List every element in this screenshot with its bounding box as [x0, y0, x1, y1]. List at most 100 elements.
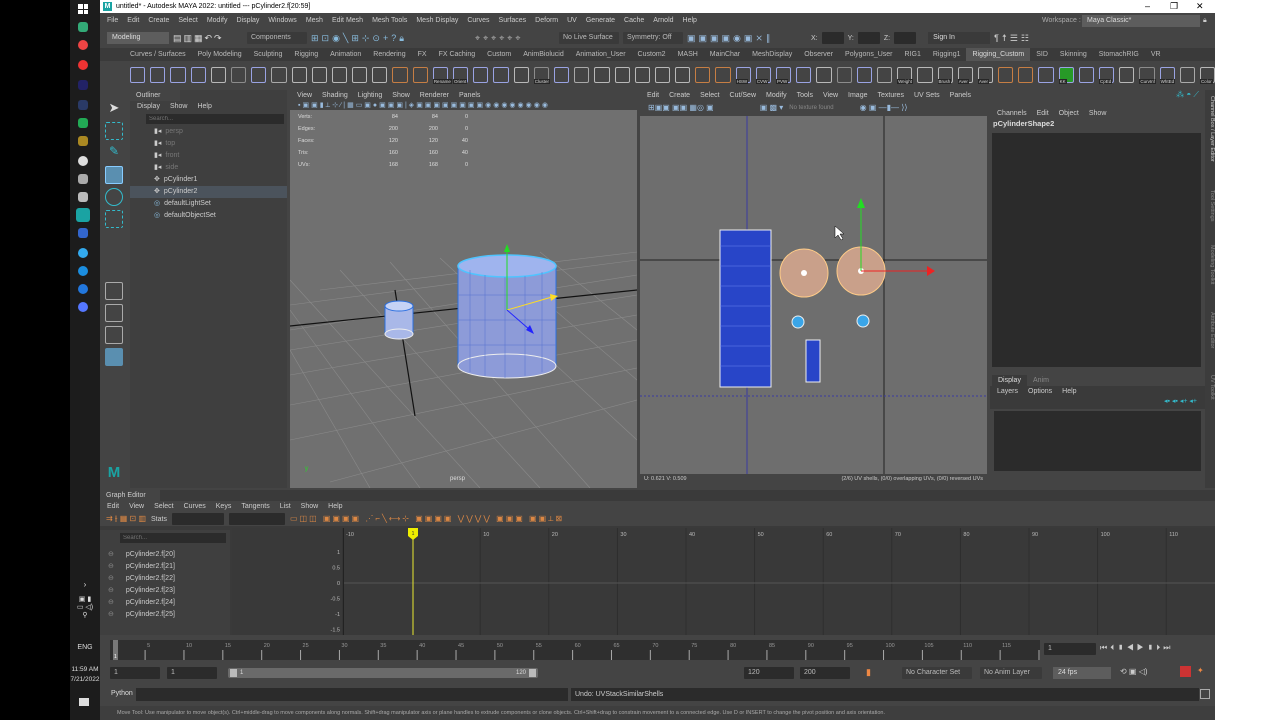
snap-icons[interactable]: ⌖⌖⌖⌖⌖⌖	[475, 33, 555, 44]
collapse-icon[interactable]: ⊖	[108, 561, 114, 573]
shelf-button-icon[interactable]	[1119, 66, 1135, 83]
shelf-button-icon[interactable]	[1038, 66, 1054, 83]
paint-select-tool-icon[interactable]: ✎	[105, 144, 123, 162]
collapse-icon[interactable]: ⊖	[108, 585, 114, 597]
stats-field-1[interactable]	[171, 513, 224, 525]
shelf-button-icon[interactable]: WhtEd	[1159, 66, 1176, 84]
shelf-button-icon[interactable]	[251, 66, 267, 83]
graph-curve-item[interactable]: ⊖ pCylinder2.f[22]	[100, 573, 230, 585]
graph-menu-item[interactable]: Select	[154, 501, 173, 512]
viewport-menu-shading[interactable]: Shading	[322, 90, 348, 101]
channels-menu[interactable]: Channels	[997, 108, 1027, 119]
options-menu[interactable]: Options	[1028, 386, 1052, 397]
outliner-menu-show[interactable]: Show	[170, 101, 188, 112]
shelf-button-icon[interactable]: KK	[1058, 66, 1074, 84]
app-icon[interactable]	[78, 228, 88, 238]
shelf-button-icon[interactable]: Weight	[897, 66, 914, 84]
notification-icon[interactable]	[79, 698, 89, 706]
shelf-button-icon[interactable]	[190, 66, 206, 83]
shelf-tab[interactable]: FX Caching	[433, 48, 482, 61]
shelf-tab[interactable]: Poly Modeling	[192, 48, 248, 61]
viewport-toolbar-icons[interactable]: ▪▣▣▮⟂⊹∕|▦▭▣●▣▣▣|◈▣▣▣▣▣▣▣▣◉◉◉◉◉◉◉◉	[290, 101, 637, 110]
symmetry-field[interactable]: Symmetry: Off	[623, 32, 683, 44]
y-field[interactable]	[857, 32, 880, 44]
chrome-icon[interactable]	[78, 40, 88, 50]
app-icon[interactable]	[78, 174, 88, 184]
tab-uv-toolkit[interactable]: UV Toolkit	[1205, 375, 1215, 400]
menu-arnold[interactable]: Arnold	[653, 17, 673, 24]
end-frame-field[interactable]: 120	[744, 667, 794, 679]
file-toolbar-icons[interactable]: ▤▥▦↶↷	[173, 33, 243, 44]
channels-show-menu[interactable]: Show	[1089, 108, 1107, 119]
shelf-button-icon[interactable]	[715, 66, 731, 83]
loop-icon[interactable]: ⟲ ▣ ◁)	[1120, 667, 1148, 676]
uv-menu-select[interactable]: Select	[700, 90, 719, 101]
menu-mesh-tools[interactable]: Mesh Tools	[372, 17, 407, 24]
menu-windows[interactable]: Windows	[268, 17, 296, 24]
shelf-tab[interactable]: AnimBiolucid	[517, 48, 569, 61]
anim-end-field[interactable]: 200	[800, 667, 850, 679]
anim-prefs-icon[interactable]: ✦	[1197, 666, 1204, 675]
shelf-tab[interactable]: Animation	[324, 48, 367, 61]
shelf-tab[interactable]: Rigging1	[927, 48, 967, 61]
uv-menu-edit[interactable]: Edit	[647, 90, 659, 101]
tab-channel-box[interactable]: Channel Box / Layer Editor	[1205, 96, 1215, 162]
perspective-viewport[interactable]: View Shading Lighting Show Renderer Pane…	[290, 90, 637, 488]
shelf-button-icon[interactable]: CpEd	[1099, 66, 1115, 84]
layout-single-icon[interactable]	[105, 282, 123, 300]
menu-uv[interactable]: UV	[567, 17, 577, 24]
outliner-item[interactable]: ▮◂ persp	[130, 126, 287, 138]
range-slider[interactable]: 1 120	[228, 668, 538, 678]
uv-menu-textures[interactable]: Textures	[878, 90, 904, 101]
graph-menu-item[interactable]: List	[280, 501, 291, 512]
shelf-tab[interactable]: Curves / Surfaces	[124, 48, 192, 61]
ps-icon[interactable]	[78, 100, 88, 110]
shelf-button-icon[interactable]	[513, 66, 529, 83]
ai-icon[interactable]	[78, 136, 88, 146]
shelf-button-icon[interactable]	[876, 66, 893, 83]
shelf-tab[interactable]: MeshDisplay	[746, 48, 798, 61]
uv-canvas[interactable]	[640, 116, 987, 474]
shelf-tab[interactable]: MASH	[672, 48, 704, 61]
z-field[interactable]	[894, 32, 917, 44]
channels-object-menu[interactable]: Object	[1059, 108, 1079, 119]
menuset-dropdown[interactable]: Modeling	[107, 32, 169, 44]
graph-curve-item[interactable]: ⊖ pCylinder2.f[25]	[100, 609, 230, 621]
restore-button[interactable]: ❐	[1170, 0, 1178, 13]
outliner-item[interactable]: ▮◂ top	[130, 138, 287, 150]
outliner-menu-help[interactable]: Help	[197, 101, 211, 112]
scale-tool-icon[interactable]	[105, 210, 123, 228]
outliner-item[interactable]: ◎ defaultObjectSet	[130, 210, 287, 222]
maya-taskbar-icon[interactable]	[76, 208, 90, 222]
viewport-menu-show[interactable]: Show	[392, 90, 410, 101]
discord-icon[interactable]	[78, 302, 88, 312]
outliner-item[interactable]: ▮◂ front	[130, 150, 287, 162]
menu-edit-mesh[interactable]: Edit Mesh	[332, 17, 363, 24]
menu-generate[interactable]: Generate	[586, 17, 615, 24]
character-set-dropdown[interactable]: No Character Set	[902, 667, 972, 679]
graph-search-input[interactable]	[120, 533, 226, 543]
menu-deform[interactable]: Deform	[535, 17, 558, 24]
shelf-tab[interactable]: MainChar	[704, 48, 746, 61]
viewport-menu-view[interactable]: View	[297, 90, 312, 101]
shelf-button-icon[interactable]	[675, 66, 691, 83]
lasso-tool-icon[interactable]	[105, 122, 123, 140]
x-field[interactable]	[821, 32, 844, 44]
range-end-handle[interactable]	[529, 669, 536, 677]
tray-chevron-icon[interactable]: ›	[70, 580, 100, 589]
layers-menu[interactable]: Layers	[997, 386, 1018, 397]
graph-curve-item[interactable]: ⊖ pCylinder2.f[23]	[100, 585, 230, 597]
panel-toggle-icons[interactable]: ¶☨☰☷	[994, 33, 1032, 44]
shelf-button-icon[interactable]	[291, 66, 307, 83]
app-icon[interactable]	[78, 192, 88, 202]
shelf-button-icon[interactable]	[412, 66, 428, 83]
uv-menu-panels[interactable]: Panels	[950, 90, 971, 101]
anim-layer-dropdown[interactable]: No Anim Layer	[980, 667, 1042, 679]
shelf-button-icon[interactable]: Color	[1199, 66, 1216, 84]
playback-controls[interactable]: ⏮⏴▮◀▶▮⏵⏭	[1100, 643, 1173, 653]
graph-curve-item[interactable]: ⊖ pCylinder2.f[20]	[100, 549, 230, 561]
shelf-tab[interactable]: Rigging	[288, 48, 324, 61]
shelf-button-icon[interactable]	[998, 66, 1014, 83]
viewport-menu-renderer[interactable]: Renderer	[420, 90, 449, 101]
outliner-item[interactable]: ✥ pCylinder1	[130, 174, 287, 186]
